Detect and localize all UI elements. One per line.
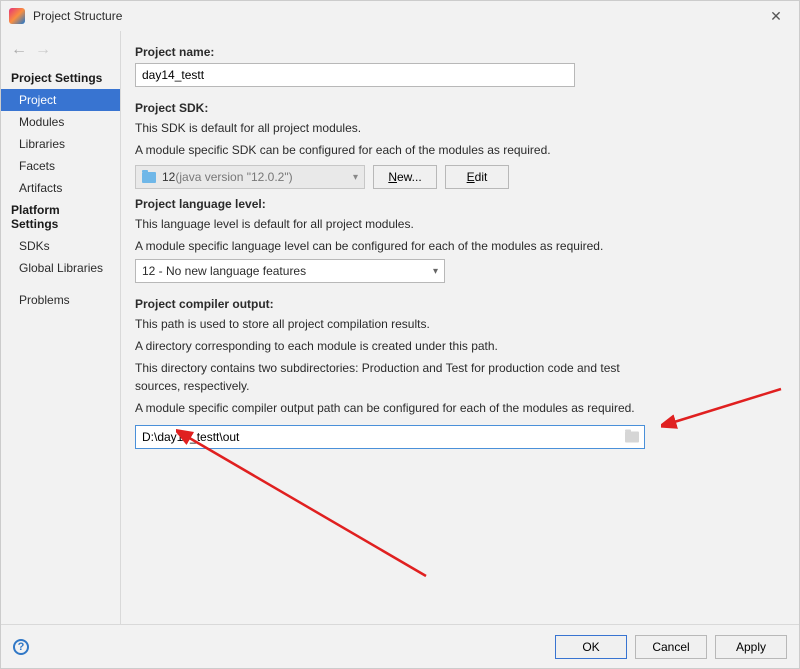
edit-sdk-button[interactable]: Edit [445, 165, 509, 189]
sidebar-item-libraries[interactable]: Libraries [1, 133, 120, 155]
browse-folder-icon[interactable] [625, 432, 639, 443]
app-icon [9, 8, 25, 24]
lang-desc-2: A module specific language level can be … [135, 237, 771, 255]
sdk-value-detail: (java version "12.0.2") [175, 170, 292, 184]
sdk-desc-2: A module specific SDK can be configured … [135, 141, 771, 159]
project-sdk-dropdown[interactable]: 12 (java version "12.0.2") ▾ [135, 165, 365, 189]
dialog-footer: ? OK Cancel Apply [1, 624, 799, 668]
sidebar-item-facets[interactable]: Facets [1, 155, 120, 177]
output-desc-1: This path is used to store all project c… [135, 315, 771, 333]
output-desc-3: This directory contains two subdirectori… [135, 359, 635, 395]
lang-desc-1: This language level is default for all p… [135, 215, 771, 233]
titlebar: Project Structure ✕ [1, 1, 799, 31]
label-compiler-output: Project compiler output: [135, 297, 771, 311]
section-header-platform-settings: Platform Settings [1, 199, 120, 235]
close-icon[interactable]: ✕ [761, 8, 791, 25]
window-title: Project Structure [33, 9, 761, 23]
language-level-dropdown[interactable]: 12 - No new language features ▾ [135, 259, 445, 283]
chevron-down-icon: ▾ [433, 266, 438, 277]
label-project-name: Project name: [135, 45, 771, 59]
section-header-project-settings: Project Settings [1, 67, 120, 89]
compiler-output-input[interactable] [135, 425, 645, 449]
sidebar-item-project[interactable]: Project [1, 89, 120, 111]
help-icon[interactable]: ? [13, 639, 29, 655]
nav-back-icon[interactable]: ← [11, 41, 27, 59]
project-structure-dialog: Project Structure ✕ ← → Project Settings… [0, 0, 800, 669]
output-desc-2: A directory corresponding to each module… [135, 337, 771, 355]
nav-forward-icon[interactable]: → [35, 41, 51, 59]
chevron-down-icon: ▾ [353, 172, 358, 183]
language-level-value: 12 - No new language features [142, 264, 306, 278]
project-name-input[interactable] [135, 63, 575, 87]
sidebar-item-sdks[interactable]: SDKs [1, 235, 120, 257]
label-language-level: Project language level: [135, 197, 771, 211]
sidebar-item-artifacts[interactable]: Artifacts [1, 177, 120, 199]
sidebar-item-global-libraries[interactable]: Global Libraries [1, 257, 120, 279]
folder-icon [142, 172, 156, 183]
output-desc-4: A module specific compiler output path c… [135, 399, 635, 417]
sdk-desc-1: This SDK is default for all project modu… [135, 119, 771, 137]
apply-button[interactable]: Apply [715, 635, 787, 659]
annotation-arrow [176, 426, 436, 586]
label-project-sdk: Project SDK: [135, 101, 771, 115]
cancel-button[interactable]: Cancel [635, 635, 707, 659]
sidebar-item-problems[interactable]: Problems [1, 289, 120, 311]
sdk-value-num: 12 [162, 170, 175, 184]
sidebar: ← → Project Settings Project Modules Lib… [1, 31, 121, 624]
main-panel: Project name: Project SDK: This SDK is d… [121, 31, 799, 624]
ok-button[interactable]: OK [555, 635, 627, 659]
new-sdk-button[interactable]: New... [373, 165, 437, 189]
sidebar-item-modules[interactable]: Modules [1, 111, 120, 133]
